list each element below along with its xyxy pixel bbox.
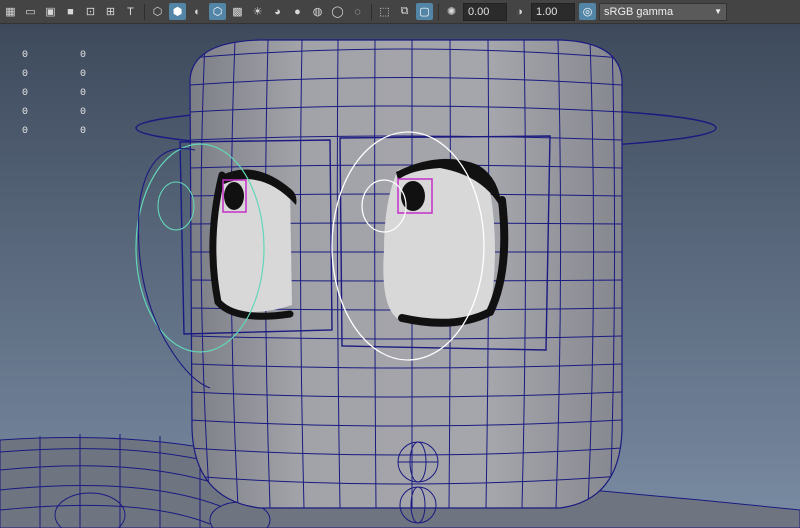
wireframe-icon[interactable]: ⬡	[149, 3, 166, 20]
film-gate-icon[interactable]: ▣	[42, 3, 59, 20]
wireframe-on-shaded-icon[interactable]: ⬡	[209, 3, 226, 20]
color-space-dropdown[interactable]: sRGB gamma ▼	[599, 2, 727, 21]
hud-row: 00	[22, 50, 138, 69]
chevron-down-icon: ▼	[714, 6, 722, 16]
motion-blur-icon[interactable]: ◍	[309, 3, 326, 20]
hud-row: 00	[22, 88, 138, 107]
hud-value: 0	[22, 69, 29, 80]
hud-value: 0	[80, 107, 87, 118]
panel-icon-group: ▦ ▭ ▣ ■ ⊡ ⊞ T ⬡ ⬢ ◐ ⬡ ▩ ☀ ◕ ● ◍ ◯ ◌ ⬚ ⧉ ▢	[2, 3, 436, 20]
depth-of-field-icon[interactable]: ◌	[349, 3, 366, 20]
resolution-gate-icon[interactable]: ■	[62, 3, 79, 20]
hud-value: 0	[80, 50, 87, 61]
toolbar-separator	[371, 3, 372, 20]
heads-up-display: 0000000000	[22, 50, 138, 145]
toolbar-separator	[438, 3, 439, 20]
grid-icon[interactable]: ⊞	[102, 3, 119, 20]
3d-viewport[interactable]: 0000000000	[0, 24, 800, 528]
hud-value: 0	[80, 88, 87, 99]
smooth-shade-icon[interactable]: ⬢	[169, 3, 186, 20]
anti-alias-icon[interactable]: ◯	[329, 3, 346, 20]
hud-row: 00	[22, 107, 138, 126]
hud-value: 0	[80, 126, 87, 137]
lighting-icon[interactable]: ☀	[249, 3, 266, 20]
viewport-toolbar: ▦ ▭ ▣ ■ ⊡ ⊞ T ⬡ ⬢ ◐ ⬡ ▩ ☀ ◕ ● ◍ ◯ ◌ ⬚ ⧉ ▢ ✺ 0.00 ◑ 1.00 ◎ sR…	[0, 0, 800, 24]
gamma-icon[interactable]: ◑	[511, 3, 528, 20]
shadows-icon[interactable]: ◐	[189, 3, 206, 20]
safe-action-icon[interactable]: ⊡	[82, 3, 99, 20]
xray-joints-icon[interactable]: ⧉	[396, 3, 413, 20]
camera-attributes-icon[interactable]: ▦	[2, 3, 19, 20]
gamma-field[interactable]: 1.00	[531, 2, 575, 21]
exposure-field[interactable]: 0.00	[463, 2, 507, 21]
textured-icon[interactable]: ▩	[229, 3, 246, 20]
isolate-select-icon[interactable]: ⬚	[376, 3, 393, 20]
hud-value: 0	[80, 69, 87, 80]
right-eye[interactable]	[383, 158, 509, 327]
image-plane-icon[interactable]: ▭	[22, 3, 39, 20]
xray-icon[interactable]: ◕	[269, 3, 286, 20]
color-space-label: sRGB gamma	[604, 5, 674, 18]
hud-value: 0	[22, 126, 29, 137]
hud-row: 00	[22, 69, 138, 88]
ambient-occlusion-icon[interactable]: ●	[289, 3, 306, 20]
toolbar-separator	[144, 3, 145, 20]
xray-components-icon[interactable]: ▢	[416, 3, 433, 20]
color-management-icon[interactable]: ◎	[579, 3, 596, 20]
hud-row: 00	[22, 126, 138, 145]
left-eye[interactable]	[209, 169, 297, 320]
hud-value: 0	[22, 107, 29, 118]
hud-value: 0	[22, 50, 29, 61]
exposure-icon[interactable]: ✺	[443, 3, 460, 20]
hud-value: 0	[22, 88, 29, 99]
left-pupil[interactable]	[224, 182, 244, 210]
text-field-icon[interactable]: T	[122, 3, 139, 20]
